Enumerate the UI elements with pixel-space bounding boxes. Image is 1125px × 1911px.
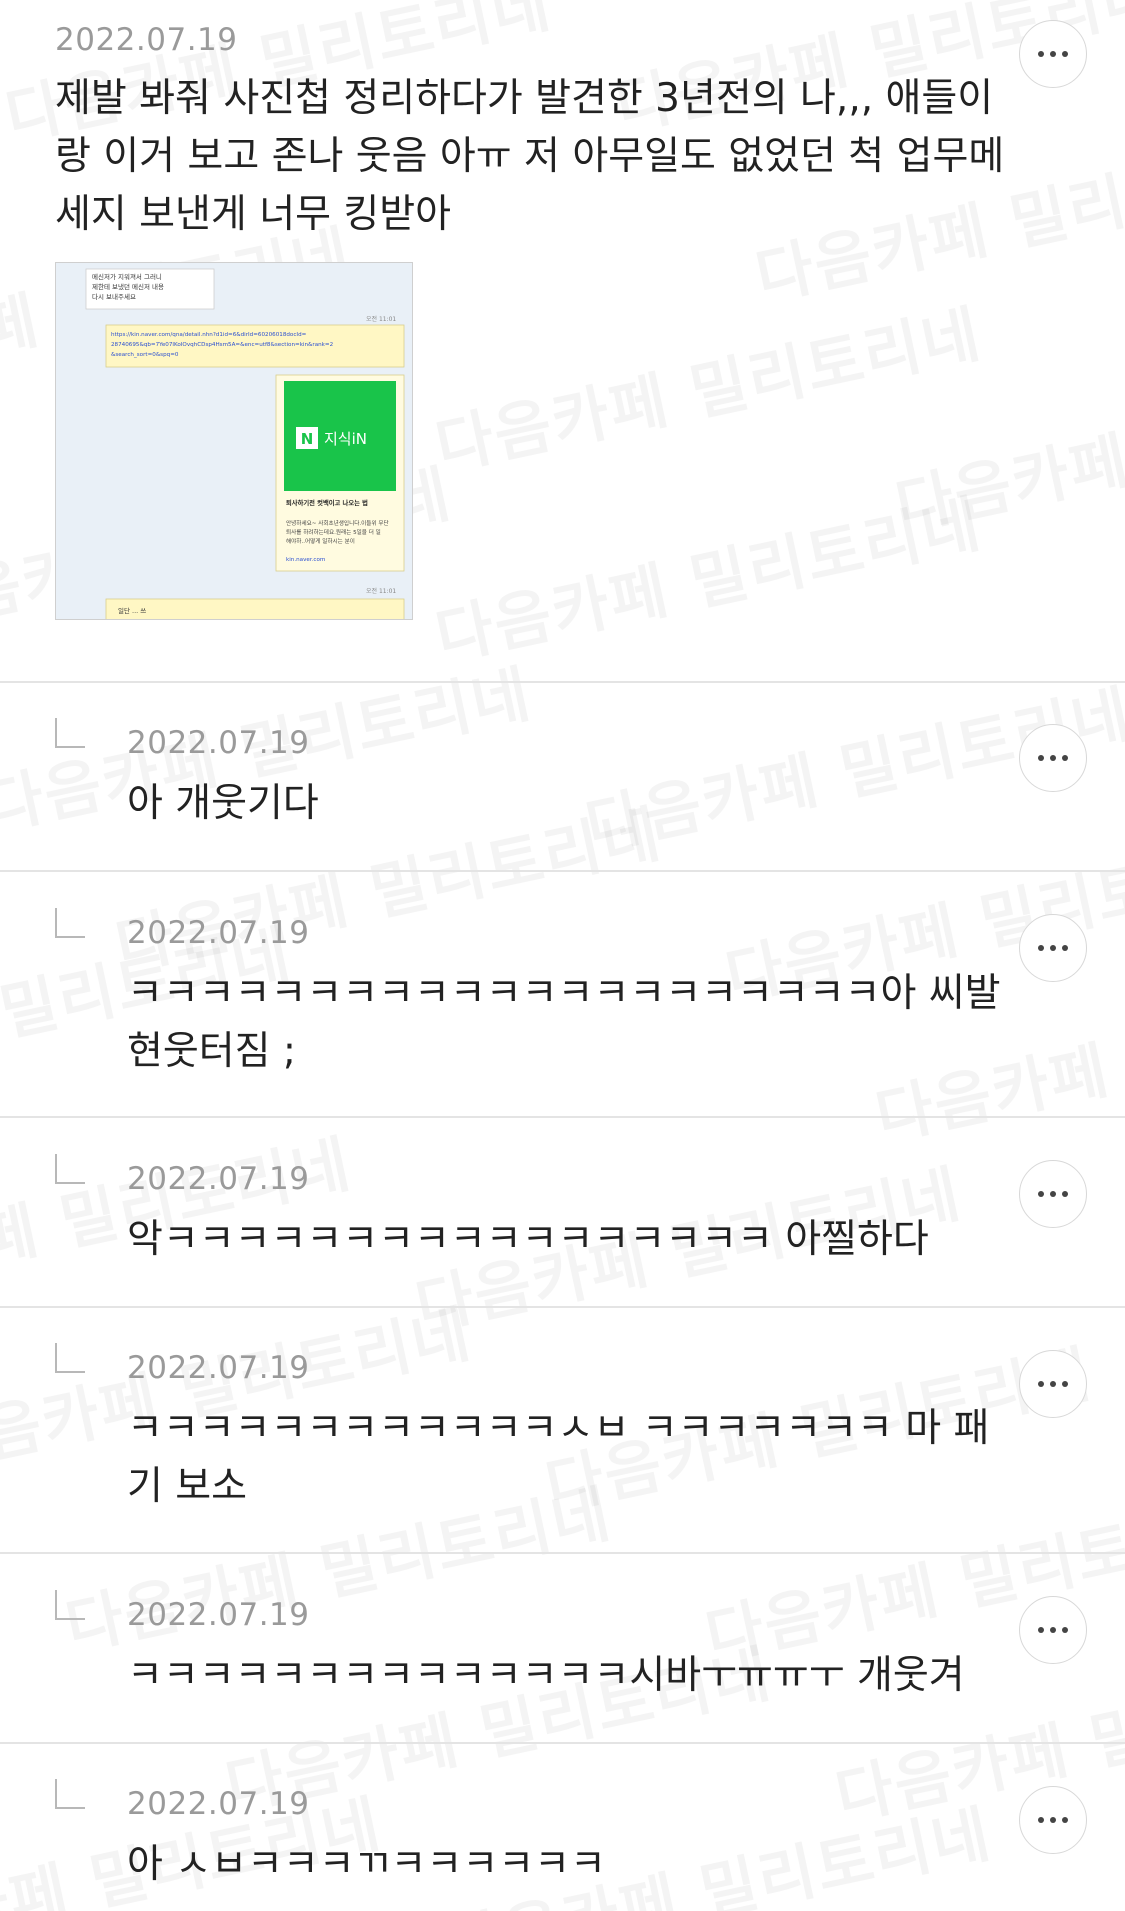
reply-comment: 2022.07.19 아 ㅅㅂㅋㅋㅋㄲㅋㅋㅋㅋㅋㅋ	[127, 1786, 1007, 1894]
reply-text: ㅋㅋㅋㅋㅋㅋㅋㅋㅋㅋㅋㅋㅋㅋ시바ㅜㅠㅠㅜ 개웃겨	[127, 1653, 965, 1698]
reply-arrow-icon	[55, 1779, 85, 1809]
divider	[0, 1116, 1125, 1118]
attached-image[interactable]: 메신저가 지워져서 그러니 제한테 보냈던 메신저 내용 다시 보내주세요 오전…	[55, 262, 413, 620]
image-link-line-2: 28740695&qb=7Ye07lKoIOvqhCDsp4Hsm5A=&enc…	[111, 342, 333, 348]
reply-text: 악ㅋㅋㅋㅋㅋㅋㅋㅋㅋㅋㅋㅋㅋㅋㅋㅋㅋ 아찔하다	[127, 1217, 929, 1262]
more-dots-icon	[1038, 1627, 1068, 1633]
divider	[0, 1552, 1125, 1554]
reply-comment: 2022.07.19 ㅋㅋㅋㅋㅋㅋㅋㅋㅋㅋㅋㅋㅋㅋㅋㅋㅋㅋㅋㅋㅋ아 씨발 현웃터…	[127, 915, 1007, 1081]
more-dots-icon	[1038, 755, 1068, 761]
more-dots-icon	[1038, 1191, 1068, 1197]
watermark-text: 다음카페 밀리토리네	[887, 343, 1125, 546]
image-link-line-3: &search_sort=0&spq=0	[111, 352, 179, 358]
image-card-desc-line-3: 해야하..어떻게 일하시는 분이	[286, 537, 355, 545]
watermark-text: 다음카페 밀리토리네	[427, 473, 989, 676]
more-options-button[interactable]	[1019, 1786, 1087, 1854]
image-top-line-3: 다시 보내주세요	[92, 292, 136, 301]
image-card-brand: 지식iN	[324, 430, 367, 448]
reply-arrow-icon	[55, 718, 85, 748]
naver-logo-icon: N	[301, 430, 314, 448]
image-card-url: kin.naver.com	[286, 557, 325, 563]
reply-comment: 2022.07.19 ㅋㅋㅋㅋㅋㅋㅋㅋㅋㅋㅋㅋㅅㅂ ㅋㅋㅋㅋㅋㅋㅋ 마 패기 보…	[127, 1350, 1007, 1516]
image-card-desc-line-1: 안녕하세요~ 사회초년생입니다.이들위 무단	[286, 519, 389, 527]
image-top-line-2: 제한테 보냈던 메신저 내용	[92, 282, 164, 291]
main-comment: 2022.07.19 제발 봐줘 사진첩 정리하다가 발견한 3년전의 나,,,…	[55, 22, 1015, 244]
reply-comment: 2022.07.19 ㅋㅋㅋㅋㅋㅋㅋㅋㅋㅋㅋㅋㅋㅋ시바ㅜㅠㅠㅜ 개웃겨	[127, 1597, 1007, 1705]
more-dots-icon	[1038, 51, 1068, 57]
reply-arrow-icon	[55, 908, 85, 938]
image-card-title: 퇴사하기전 컷백이고 나오는 법	[286, 498, 368, 507]
reply-date: 2022.07.19	[127, 1161, 310, 1197]
comment-text: 제발 봐줘 사진첩 정리하다가 발견한 3년전의 나,,, 애들이랑 이거 보고…	[55, 76, 1005, 237]
divider	[0, 681, 1125, 683]
more-options-button[interactable]	[1019, 724, 1087, 792]
more-options-button[interactable]	[1019, 914, 1087, 982]
comment-date: 2022.07.19	[55, 22, 238, 58]
more-options-button[interactable]	[1019, 1350, 1087, 1418]
divider	[0, 870, 1125, 872]
more-options-button[interactable]	[1019, 1160, 1087, 1228]
reply-text: ㅋㅋㅋㅋㅋㅋㅋㅋㅋㅋㅋㅋㅅㅂ ㅋㅋㅋㅋㅋㅋㅋ 마 패기 보소	[127, 1406, 990, 1509]
more-dots-icon	[1038, 945, 1068, 951]
watermark-text: 다음카페 밀리토리네	[427, 283, 989, 486]
image-link-line-1: https://kin.naver.com/qna/detail.nhn?d1i…	[111, 332, 307, 338]
chat-screenshot-image: 메신저가 지워져서 그러니 제한테 보냈던 메신저 내용 다시 보내주세요 오전…	[56, 263, 412, 619]
reply-date: 2022.07.19	[127, 1597, 310, 1633]
reply-text: 아 ㅅㅂㅋㅋㅋㄲㅋㅋㅋㅋㅋㅋ	[127, 1842, 606, 1887]
more-options-button[interactable]	[1019, 20, 1087, 88]
reply-arrow-icon	[55, 1154, 85, 1184]
more-dots-icon	[1038, 1381, 1068, 1387]
divider	[0, 1742, 1125, 1744]
reply-text: ㅋㅋㅋㅋㅋㅋㅋㅋㅋㅋㅋㅋㅋㅋㅋㅋㅋㅋㅋㅋㅋ아 씨발 현웃터짐 ;	[127, 971, 1001, 1074]
reply-comment: 2022.07.19 악ㅋㅋㅋㅋㅋㅋㅋㅋㅋㅋㅋㅋㅋㅋㅋㅋㅋ 아찔하다	[127, 1161, 1007, 1269]
more-options-button[interactable]	[1019, 1596, 1087, 1664]
more-dots-icon	[1038, 1817, 1068, 1823]
image-time-2: 오전 11:01	[366, 587, 396, 595]
reply-date: 2022.07.19	[127, 1350, 310, 1386]
image-top-line-1: 메신저가 지워져서 그러니	[92, 272, 162, 281]
image-card-desc-line-2: 퇴사를 하려하는데요.원래는 5일을 더 일	[286, 528, 381, 536]
reply-comment: 2022.07.19 아 개웃기다	[127, 725, 1007, 833]
reply-text: 아 개웃기다	[127, 781, 319, 826]
reply-arrow-icon	[55, 1590, 85, 1620]
reply-arrow-icon	[55, 1343, 85, 1373]
image-bottom-text: 일단 ... 쓰	[118, 606, 146, 615]
reply-date: 2022.07.19	[127, 725, 310, 761]
divider	[0, 1306, 1125, 1308]
reply-date: 2022.07.19	[127, 1786, 310, 1822]
image-time-1: 오전 11:01	[366, 315, 396, 323]
reply-date: 2022.07.19	[127, 915, 310, 951]
